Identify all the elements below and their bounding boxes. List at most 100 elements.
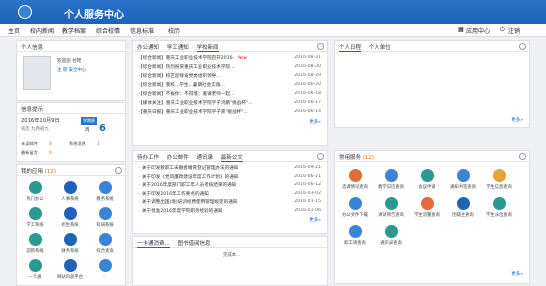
nav-info-standard[interactable]: 信息标准: [130, 26, 154, 35]
app-label[interactable]: 热门办公: [19, 196, 51, 202]
service-label[interactable]: 学生派位查询: [483, 212, 515, 218]
app-label[interactable]: 网站内容平台: [54, 274, 86, 280]
doc-row[interactable]: · 关于2016年度部门职工年人员考核结果的通知 2016-06-12: [139, 182, 321, 189]
service-label[interactable]: 通讯录查询: [375, 240, 407, 246]
news-row[interactable]: ·【综合新闻】我校...学生...暑期社会实践... 2016-06-20: [139, 82, 321, 89]
tab-student-notice[interactable]: 学工通知: [167, 43, 189, 51]
service-icon[interactable]: [421, 169, 434, 182]
service-label[interactable]: 通知书签查询: [447, 184, 479, 190]
doc-row[interactable]: · 关于批准2016年度学院职务经验的通知 2016-01-06: [139, 208, 321, 215]
app-center-link[interactable]: 应用中心: [466, 26, 490, 35]
app-icon[interactable]: [64, 207, 77, 220]
nav-teaching-archive[interactable]: 教学档案: [62, 26, 86, 35]
doc-title[interactable]: · 关于调整出国(境)培训经费使用管理规定的通知: [139, 200, 237, 205]
more-link[interactable]: 更多»: [309, 119, 321, 125]
tab-todo[interactable]: 待办工作: [137, 153, 159, 161]
tab-office-mail[interactable]: 办公邮件: [167, 153, 189, 161]
app-icon[interactable]: [29, 233, 42, 246]
service-label[interactable]: 学生流量查询: [411, 212, 443, 218]
gear-icon[interactable]: [317, 43, 324, 50]
service-label[interactable]: 办公文件下载: [339, 212, 371, 218]
service-icon[interactable]: [349, 197, 362, 210]
news-title[interactable]: ·【综合新闻】不拔你：不得落；邀请老师一起...: [139, 92, 234, 97]
news-row[interactable]: ·【综合新闻】不拔你：不得落；邀请老师一起... 2016-06-18: [139, 91, 321, 98]
gear-icon[interactable]: [519, 153, 526, 160]
doc-row[interactable]: · 关于印发《党风廉政建设年度工作计划》的通知 2016-06-21: [139, 174, 321, 181]
logout-link[interactable]: 注销: [508, 26, 520, 35]
app-label[interactable]: 学工系统: [19, 222, 51, 228]
app-label[interactable]: 综合查询: [89, 248, 121, 254]
doc-row[interactable]: · 关于印发教职工未婚者婚育登记管理办法的通知 2016-09-21: [139, 165, 321, 172]
app-icon[interactable]: [29, 181, 42, 194]
system-msg-label[interactable]: 系统消息: [69, 141, 86, 147]
service-icon[interactable]: [349, 169, 362, 182]
more-link[interactable]: 更多»: [309, 217, 321, 223]
service-icon[interactable]: [493, 197, 506, 210]
service-icon[interactable]: [385, 197, 398, 210]
news-title[interactable]: ·【重庆日报】重庆工业职业技术学院学子获"挑战杯"...: [139, 110, 248, 115]
news-row[interactable]: ·【综合新闻】热烈祝贺重庆工业职业技术学院... 2016-08-30: [139, 64, 321, 71]
tab-latest-docs[interactable]: 最新公文: [220, 153, 243, 162]
news-title[interactable]: ·【媒体关注】重庆工业职业技术学院学子鸿鹏"挑战杯"...: [139, 101, 252, 106]
nav-overview[interactable]: 综合校情: [96, 26, 120, 35]
news-title[interactable]: ·【综合新闻】热烈祝贺重庆工业职业技术学院...: [139, 65, 234, 70]
tab-contacts[interactable]: 通讯录: [197, 153, 214, 161]
service-label[interactable]: 团辅主查询: [447, 212, 479, 218]
doc-row[interactable]: · 关于印发2016年工作要点的通知 2016-03-02: [139, 191, 321, 198]
service-icon[interactable]: [421, 197, 434, 210]
app-icon[interactable]: [99, 259, 112, 272]
more-link[interactable]: 更多»: [511, 117, 523, 123]
latest-msg-label[interactable]: 最新留言: [21, 150, 38, 156]
app-icon[interactable]: [64, 181, 77, 194]
app-label[interactable]: 一卡通: [19, 274, 51, 280]
service-label[interactable]: 选课情况查询: [339, 184, 371, 190]
app-icon[interactable]: [29, 259, 42, 272]
service-label[interactable]: 职工请查询: [339, 240, 371, 246]
gear-icon[interactable]: [115, 167, 122, 174]
service-icon[interactable]: [385, 169, 398, 182]
news-row[interactable]: ·【综合新闻】校区迎接省党委组织领导... 2016-08-29: [139, 73, 321, 80]
app-label[interactable]: ...: [89, 274, 121, 279]
service-icon[interactable]: [349, 225, 362, 238]
unread-mail-label[interactable]: 未读邮件: [21, 141, 38, 147]
service-icon[interactable]: [457, 197, 470, 210]
app-icon[interactable]: [29, 207, 42, 220]
app-label[interactable]: 科研系统: [89, 222, 121, 228]
doc-title[interactable]: · 关于批准2016年度学院职务经验的通知: [139, 209, 223, 214]
app-label[interactable]: 招生系统: [54, 222, 86, 228]
app-label[interactable]: 教务系统: [89, 196, 121, 202]
service-label[interactable]: 会议申请: [411, 184, 443, 190]
doc-title[interactable]: · 关于印发教职工未婚者婚育登记管理办法的通知: [139, 166, 238, 171]
app-label[interactable]: 迎新系统: [19, 248, 51, 254]
service-icon[interactable]: [457, 169, 470, 182]
app-icon[interactable]: [99, 233, 112, 246]
news-row[interactable]: ·【媒体关注】重庆工业职业技术学院学子鸿鹏"挑战杯"... 2016-06-17: [139, 100, 321, 107]
gear-icon[interactable]: [519, 43, 526, 50]
app-label[interactable]: 人事系统: [54, 196, 86, 202]
app-icon[interactable]: [99, 207, 112, 220]
app-label[interactable]: 财务系统: [54, 248, 86, 254]
news-title[interactable]: ·【综合新闻】校区迎接省党委组织领导...: [139, 74, 221, 79]
app-icon[interactable]: [64, 259, 77, 272]
user-links[interactable]: 注 销 安全中心: [57, 67, 86, 73]
service-icon[interactable]: [493, 169, 506, 182]
doc-title[interactable]: · 关于2016年度部门职工年人员考核结果的通知: [139, 183, 236, 188]
news-row[interactable]: ·【重庆日报】重庆工业职业技术学院学子获"挑战杯"... 2016-06-14: [139, 109, 321, 116]
tab-office-notice[interactable]: 办公通知: [137, 43, 159, 51]
tab-personal-schedule[interactable]: 个人日程: [339, 43, 362, 52]
app-icon[interactable]: [99, 181, 112, 194]
service-label[interactable]: 学生信息查询: [483, 184, 515, 190]
doc-title[interactable]: · 关于印发《党风廉政建设年度工作计划》的通知: [139, 175, 238, 180]
more-link[interactable]: 更多»: [511, 271, 523, 277]
tab-card-spending[interactable]: 一卡通消费...: [137, 239, 170, 248]
tab-school-news[interactable]: 学校新闻: [196, 43, 219, 52]
service-icon[interactable]: [385, 225, 398, 238]
app-icon[interactable]: [64, 233, 77, 246]
doc-row[interactable]: · 关于调整出国(境)培训经费使用管理规定的通知 2016-01-15: [139, 199, 321, 206]
nav-calendar[interactable]: 校历: [168, 26, 180, 35]
gear-icon[interactable]: [317, 153, 324, 160]
news-title[interactable]: ·【综合新闻】我校...学生...暑期社会实践...: [139, 83, 225, 88]
doc-title[interactable]: · 关于印发2016年工作要点的通知: [139, 192, 209, 197]
tab-personal-unit[interactable]: 个人单位: [369, 43, 391, 51]
service-label[interactable]: 教学日历查询: [375, 184, 407, 190]
